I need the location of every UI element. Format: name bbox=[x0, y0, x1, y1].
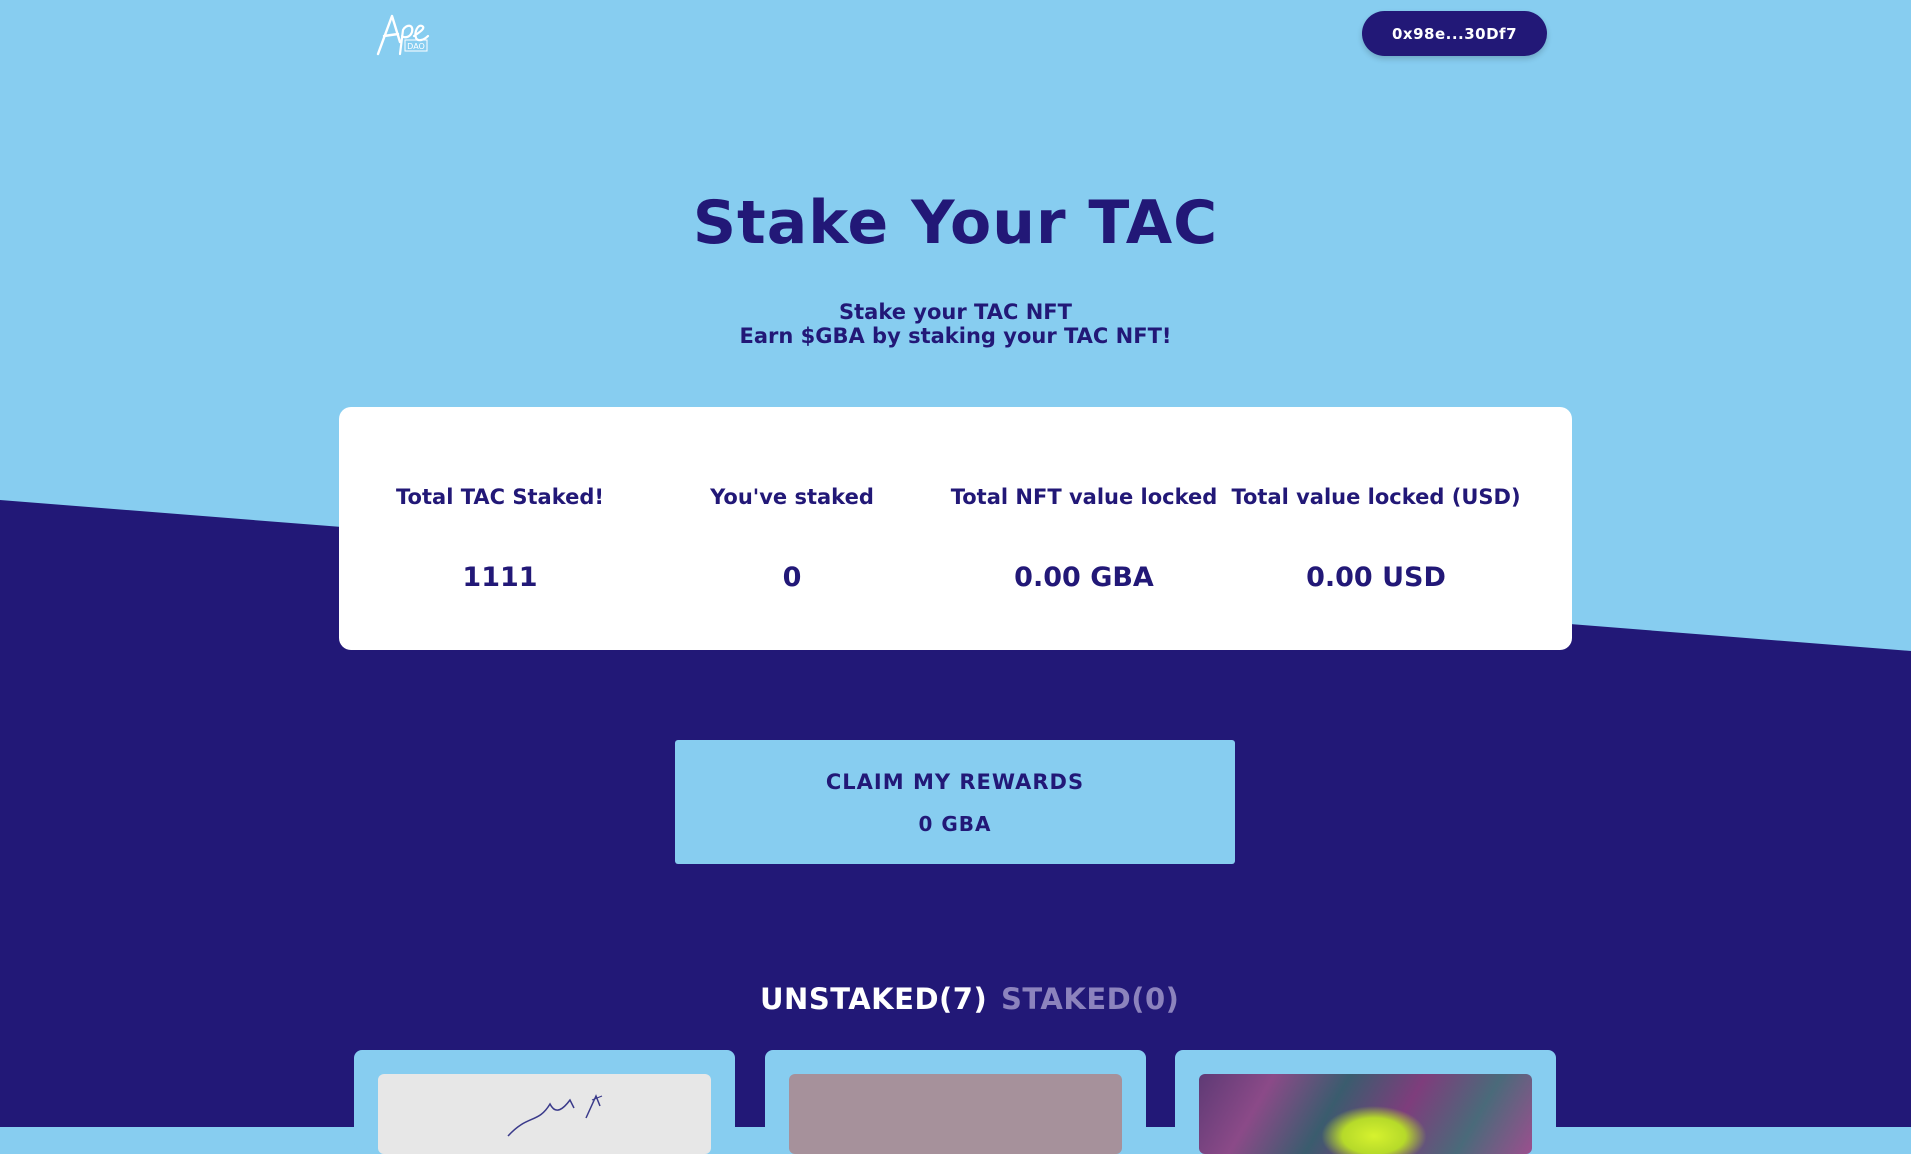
wallet-address-button[interactable]: 0x98e...30Df7 bbox=[1362, 11, 1547, 56]
stat-value: 1111 bbox=[462, 562, 538, 593]
stat-value: 0.00 USD bbox=[1306, 562, 1446, 593]
claim-rewards-button[interactable]: CLAIM MY REWARDS 0 GBA bbox=[675, 740, 1235, 864]
tab-unstaked[interactable]: UNSTAKED(7) bbox=[760, 982, 987, 1016]
stat-label: You've staked bbox=[710, 485, 874, 509]
tab-staked[interactable]: STAKED(0) bbox=[1001, 982, 1179, 1016]
ape-dao-logo-icon: DAO bbox=[376, 14, 430, 56]
nft-card[interactable] bbox=[1175, 1050, 1556, 1154]
stat-value: 0.00 GBA bbox=[1014, 562, 1154, 593]
stat-label: Total TAC Staked! bbox=[396, 485, 604, 509]
claim-rewards-amount: 0 GBA bbox=[918, 812, 992, 836]
stats-card: Total TAC Staked! 1111 You've staked 0 T… bbox=[339, 407, 1572, 650]
stat-label: Total value locked (USD) bbox=[1231, 485, 1521, 509]
subtitle-line-1: Stake your TAC NFT bbox=[839, 300, 1072, 324]
nft-artwork bbox=[507, 1094, 603, 1137]
svg-text:DAO: DAO bbox=[407, 42, 425, 51]
claim-rewards-label: CLAIM MY REWARDS bbox=[825, 770, 1085, 794]
subtitle-line-2: Earn $GBA by staking your TAC NFT! bbox=[739, 324, 1172, 348]
page-title: Stake Your TAC bbox=[692, 188, 1219, 258]
stat-label: Total NFT value locked bbox=[950, 485, 1218, 509]
nft-image bbox=[789, 1074, 1122, 1154]
wallet-address-text: 0x98e...30Df7 bbox=[1391, 24, 1518, 43]
stat-value: 0 bbox=[782, 562, 802, 593]
ape-dao-logo[interactable]: DAO bbox=[372, 10, 430, 58]
nft-image bbox=[378, 1074, 711, 1154]
page-subtitle: Stake your TAC NFT Earn $GBA by staking … bbox=[0, 300, 1911, 348]
nft-card[interactable] bbox=[354, 1050, 735, 1154]
nft-card[interactable] bbox=[765, 1050, 1146, 1154]
nft-image bbox=[1199, 1074, 1532, 1154]
